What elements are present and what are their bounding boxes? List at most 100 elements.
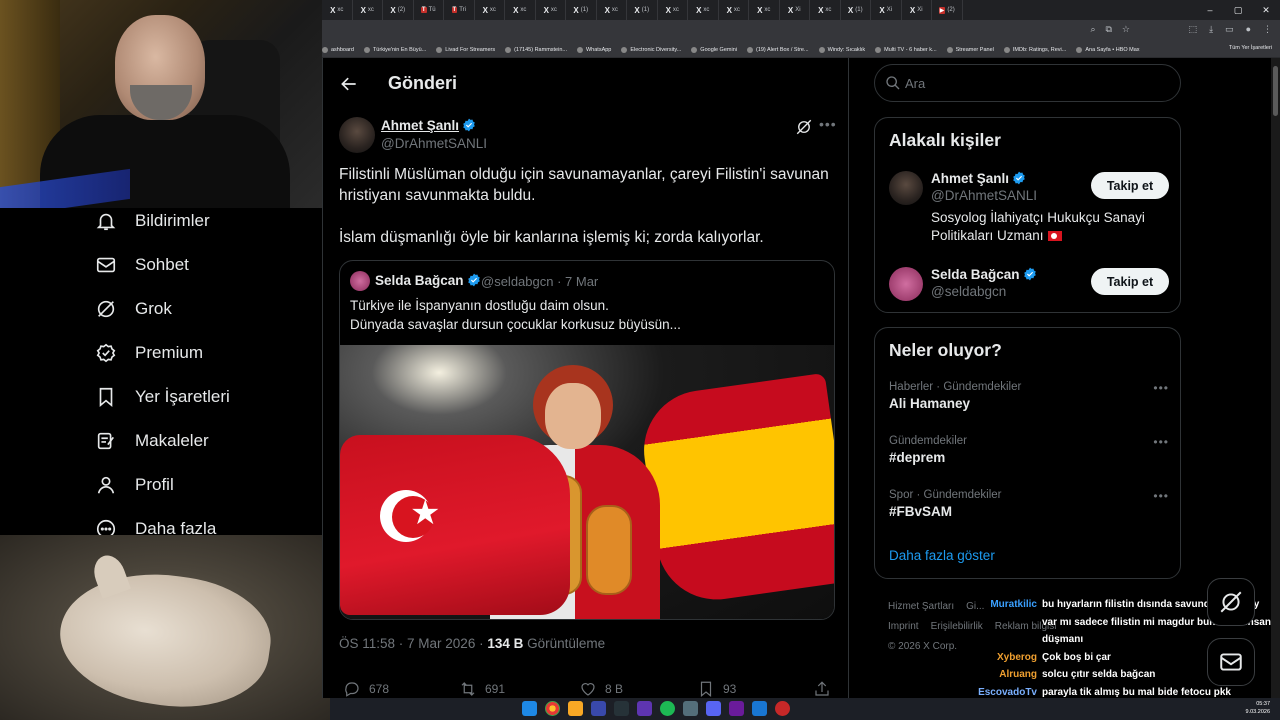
browser-tab[interactable]: X Xi xyxy=(902,0,932,20)
browser-tab[interactable]: Xxc xyxy=(719,0,749,20)
grok-floating-button[interactable] xyxy=(1207,578,1255,626)
bookmark-item[interactable]: (19) Alert Box / Stre... xyxy=(746,46,809,53)
bookmark-item[interactable]: Google Gemini xyxy=(691,46,737,53)
app-icon[interactable] xyxy=(637,701,652,716)
back-arrow-icon[interactable] xyxy=(339,74,359,94)
trend-item[interactable]: Gündemdekiler #deprem ••• xyxy=(889,435,1169,465)
menu-icon[interactable]: ⋮ xyxy=(1263,24,1272,35)
footer-link[interactable]: Imprint xyxy=(888,621,919,632)
nav-item-chat[interactable]: Sohbet xyxy=(95,250,189,280)
browser-tab[interactable]: X (1) xyxy=(627,0,658,20)
author-name[interactable]: Ahmet Şanlı xyxy=(381,118,476,133)
nav-item-premium[interactable]: Premium xyxy=(95,338,203,368)
zoom-icon[interactable]: ⌕ xyxy=(1090,24,1095,35)
related-name[interactable]: Selda Bağcan xyxy=(931,267,1037,282)
browser-tab[interactable]: Xxc xyxy=(505,0,536,20)
browser-tab[interactable]: Xxc xyxy=(688,0,719,20)
extensions-icon[interactable]: ⬚ xyxy=(1189,24,1198,35)
related-person[interactable]: Ahmet Şanlı @DrAhmetSANLI Sosyolog İlahi… xyxy=(889,171,1169,251)
grok-explain-icon[interactable] xyxy=(795,118,813,136)
footer-link[interactable]: Hizmet Şartları xyxy=(888,601,954,612)
browser-tab[interactable]: ▶ (2) xyxy=(932,0,963,20)
app-icon[interactable] xyxy=(752,701,767,716)
browser-tab[interactable]: Xxc xyxy=(322,0,353,20)
author-handle[interactable]: @DrAhmetSANLI xyxy=(381,136,487,151)
bookmark-item[interactable]: (17145) Rammstein... xyxy=(505,46,567,53)
reply-button[interactable]: 678 xyxy=(343,680,389,698)
repost-button[interactable]: 691 xyxy=(459,680,505,698)
related-name[interactable]: Ahmet Şanlı xyxy=(931,171,1026,186)
bookmark-item[interactable]: Streamer Panel xyxy=(946,46,994,53)
steam-icon[interactable] xyxy=(614,701,629,716)
follow-button[interactable]: Takip et xyxy=(1091,172,1169,199)
folder-icon[interactable] xyxy=(568,701,583,716)
system-clock[interactable]: 05:37 9.03.2026 xyxy=(1246,700,1270,716)
browser-tab[interactable]: X (1) xyxy=(841,0,871,20)
app-icon[interactable] xyxy=(683,701,698,716)
author-avatar[interactable] xyxy=(339,117,375,153)
browser-tab[interactable]: T Tü xyxy=(414,0,444,20)
show-more-link[interactable]: Daha fazla göster xyxy=(889,548,995,563)
trend-item[interactable]: Spor · Gündemdekiler #FBvSAM ••• xyxy=(889,489,1169,519)
bookmark-button[interactable]: 93 xyxy=(697,680,736,698)
browser-tab[interactable]: Xxc xyxy=(353,0,383,20)
search-input[interactable]: Ara xyxy=(874,64,1181,102)
browser-tab[interactable]: Xxc xyxy=(749,0,780,20)
browser-tab[interactable]: Xxc xyxy=(810,0,841,20)
more-options-icon[interactable]: ••• xyxy=(819,116,837,132)
bookmark-item[interactable]: IMDb: Ratings, Revi... xyxy=(1003,46,1066,53)
bookmark-item[interactable]: Türkiye'nin En Büyü... xyxy=(363,46,426,53)
messages-floating-button[interactable] xyxy=(1207,638,1255,686)
post-timestamp[interactable]: ÖS 11:58 · 7 Mar 2026 · xyxy=(339,636,487,651)
star-icon[interactable]: ☆ xyxy=(1122,24,1130,35)
close-icon[interactable]: ✕ xyxy=(1252,0,1280,20)
browser-tab[interactable]: Xxc xyxy=(658,0,688,20)
nav-item-articles[interactable]: Makaleler xyxy=(95,426,209,456)
bookmark-item[interactable]: Multi TV - 6 haber k... xyxy=(875,46,937,53)
chrome-icon[interactable] xyxy=(545,701,560,716)
app-icon[interactable] xyxy=(591,701,606,716)
browser-tab[interactable]: Xxc xyxy=(475,0,505,20)
browser-tab[interactable]: Xxc xyxy=(597,0,627,20)
minimize-icon[interactable]: – xyxy=(1196,0,1224,20)
nav-item-bookmarks[interactable]: Yer İşaretleri xyxy=(95,382,230,412)
discord-icon[interactable] xyxy=(706,701,721,716)
sidepanel-icon[interactable]: ▭ xyxy=(1225,24,1234,35)
bookmark-item[interactable]: Livad For Streamers xyxy=(436,46,495,53)
like-button[interactable]: 8 B xyxy=(579,680,623,698)
spotify-icon[interactable] xyxy=(660,701,675,716)
trend-item[interactable]: Haberler · Gündemdekiler Ali Hamaney ••• xyxy=(889,381,1169,411)
windows-start-icon[interactable] xyxy=(522,701,537,716)
app-icon[interactable] xyxy=(775,701,790,716)
maximize-icon[interactable]: ▢ xyxy=(1224,0,1252,20)
follow-button[interactable]: Takip et xyxy=(1091,268,1169,295)
nav-item-profile[interactable]: Profil xyxy=(95,470,174,500)
trend-more-icon[interactable]: ••• xyxy=(1153,381,1169,395)
browser-tab[interactable]: T Tri xyxy=(444,0,475,20)
nav-item-notifications[interactable]: Bildirimler xyxy=(95,206,210,236)
bookmark-item[interactable]: WhatsApp xyxy=(576,46,611,53)
bookmark-item[interactable]: Electronic Diversity... xyxy=(621,46,681,53)
address-bar[interactable]: ⌕ ⧉ ☆ ⬚ ⤓ ▭ ● ⋮ xyxy=(322,20,1280,42)
quoted-image[interactable]: ★ xyxy=(340,345,834,619)
trend-more-icon[interactable]: ••• xyxy=(1153,435,1169,449)
scrollbar-thumb[interactable] xyxy=(1273,66,1278,116)
bookmark-item[interactable]: Windy: Sıcaklık xyxy=(818,46,865,53)
related-avatar[interactable] xyxy=(889,267,923,301)
browser-tab[interactable]: X Xi xyxy=(871,0,902,20)
browser-tab[interactable]: X (1) xyxy=(566,0,597,20)
app-icon[interactable] xyxy=(729,701,744,716)
browser-tab[interactable]: X (2) xyxy=(383,0,414,20)
related-avatar[interactable] xyxy=(889,171,923,205)
nav-item-grok[interactable]: Grok xyxy=(95,294,172,324)
trend-more-icon[interactable]: ••• xyxy=(1153,489,1169,503)
browser-tab[interactable]: Xxc xyxy=(536,0,566,20)
profile-icon[interactable]: ● xyxy=(1246,24,1251,35)
bookmark-item[interactable]: ashboard xyxy=(322,46,354,53)
page-scrollbar[interactable] xyxy=(1271,58,1280,698)
bookmark-item[interactable]: Ana Sayfa • HBO Max xyxy=(1076,46,1140,53)
browser-tab[interactable]: X Xi xyxy=(780,0,810,20)
share-button[interactable] xyxy=(813,680,831,698)
quoted-post[interactable]: Selda Bağcan @seldabgcn · 7 Mar Türkiye … xyxy=(339,260,835,620)
all-bookmarks[interactable]: Tüm Yer İşaretleri xyxy=(1229,45,1272,51)
